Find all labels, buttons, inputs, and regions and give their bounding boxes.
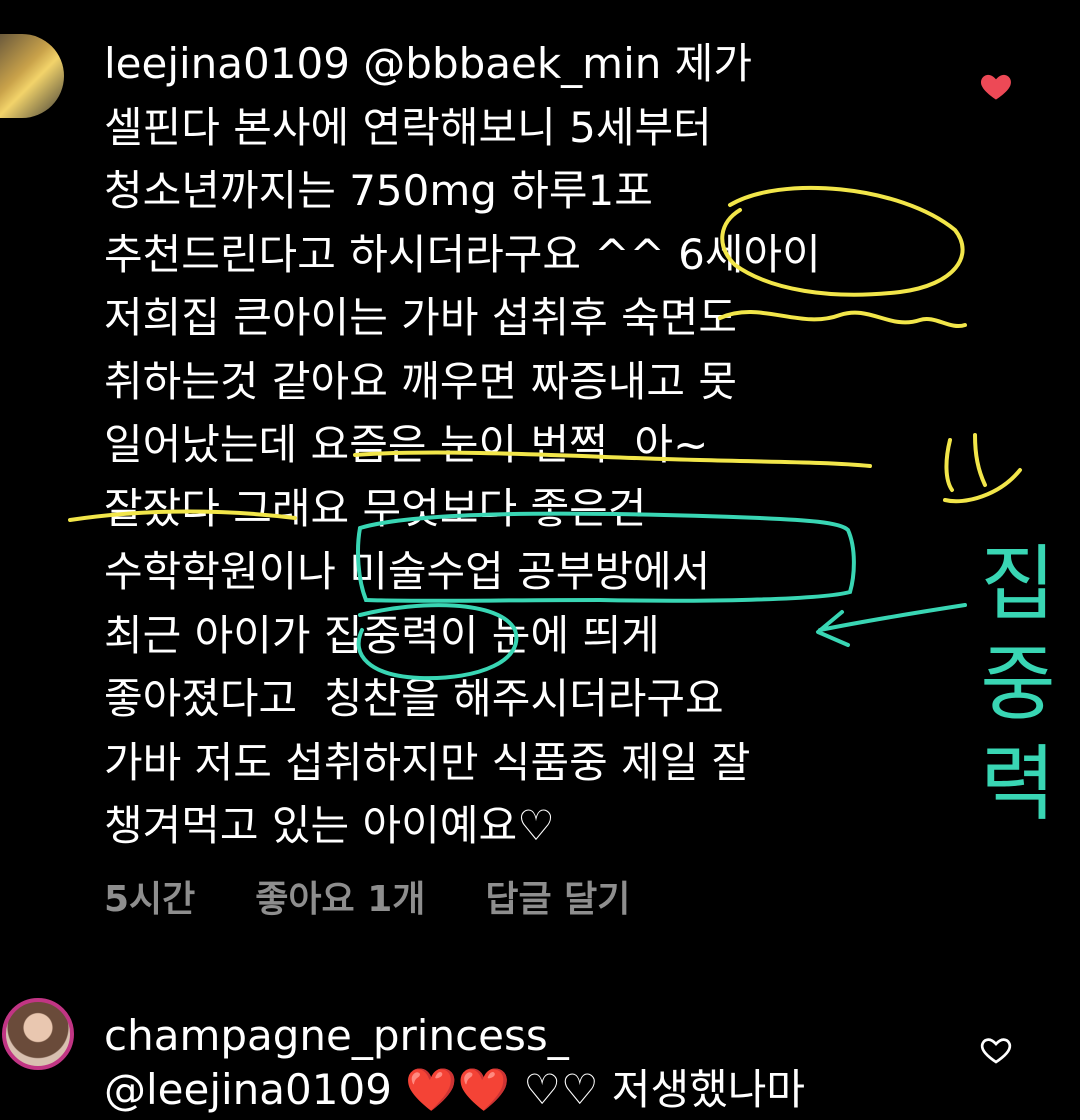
comment-line: 잘잤다 그래요 무엇보다 좋은건 [104,483,647,533]
handwritten-annotation-text: 집중력 [963,540,1058,840]
comment-line: 챙겨먹고 있는 아이예요♡ [104,801,555,850]
comment-meta: 5시간 좋아요 1개 답글 달기 [104,870,630,922]
avatar[interactable] [0,34,64,118]
reply-button[interactable]: 답글 달기 [485,870,630,922]
heart-outline-icon[interactable] [978,1032,1014,1068]
comment-line: 취하는것 같아요 깨우면 짜증내고 못 [104,356,738,406]
comment-likes[interactable]: 좋아요 1개 [255,870,425,922]
comment-line: 추천드린다고 하시더라구요 ^^ 6세아이 [104,229,821,279]
avatar[interactable] [2,998,74,1070]
comment-line: 셀핀다 본사에 연락해보니 5세부터 [104,102,712,152]
comment-text: leejina0109 @bbbaek_min 제가 셀핀다 본사에 연락해보니… [104,32,974,858]
comment-time: 5시간 [104,879,196,920]
comment-line: 최근 아이가 집중력이 눈에 띄게 [104,610,660,660]
comment-line: 저희집 큰아이는 가바 섭취후 숙면도 [104,293,738,342]
next-comment-username[interactable]: champagne_princess_ [104,1006,569,1066]
comment-line: 일어났는데 요즘은 눈이 번쩍 아~ [104,420,709,469]
next-comment-partial-text: @leejina0109 ❤️❤️ ♡♡ 저생했나마 [104,1065,806,1114]
comment-line: 제가 [661,39,753,88]
heart-filled-icon[interactable] [978,68,1014,104]
comment-username[interactable]: leejina0109 [104,39,350,88]
comment-line: 수학학원이나 미술수업 공부방에서 [104,547,711,596]
comment-line: 청소년까지는 750mg 하루1포 [104,166,653,215]
comment-line: 좋아졌다고 칭찬을 해주시더라구요 [104,674,724,723]
comment-mention[interactable]: @bbbaek_min [363,39,661,88]
comment-line: 가바 저도 섭취하지만 식품중 제일 잘 [104,737,751,787]
